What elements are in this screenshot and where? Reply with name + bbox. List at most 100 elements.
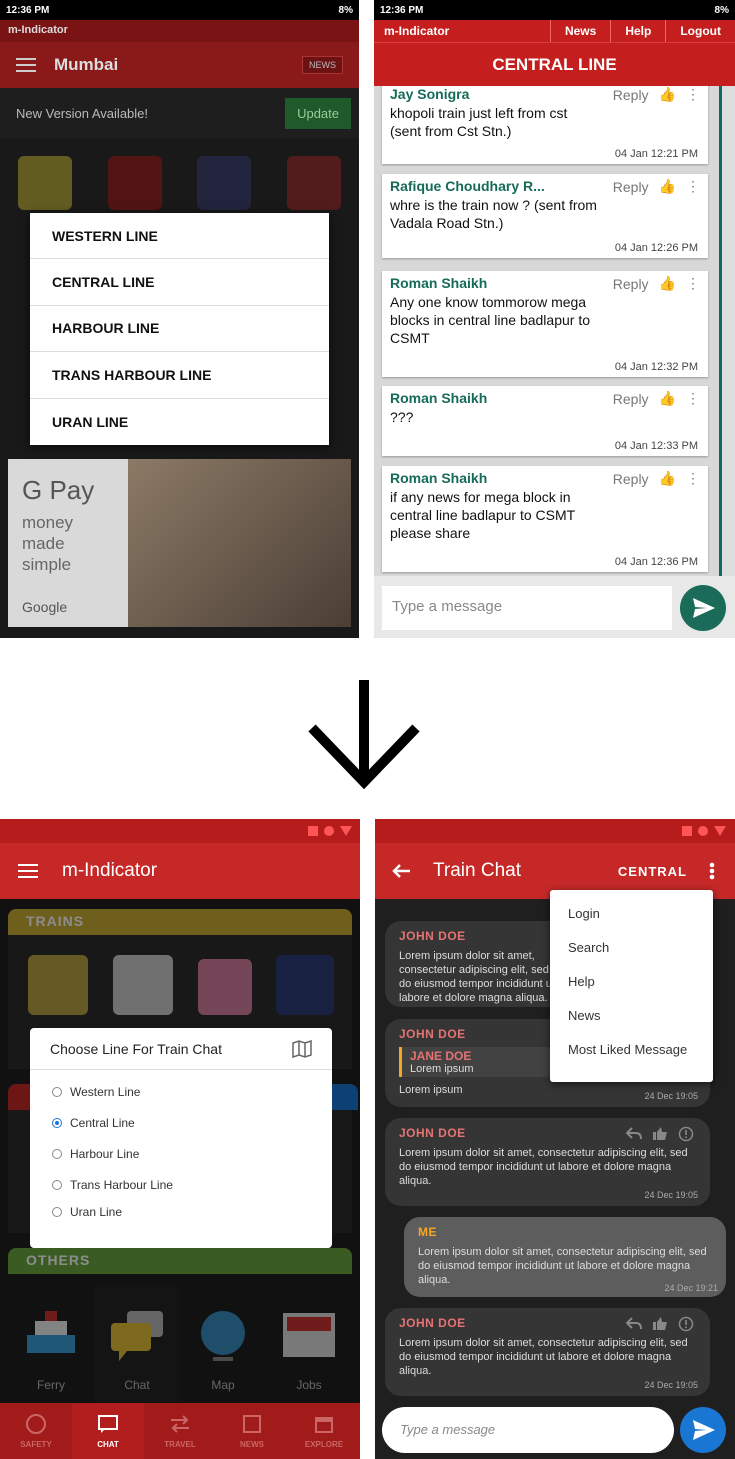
smiley-icon <box>26 1413 46 1436</box>
update-button[interactable]: Update <box>285 97 351 129</box>
triangle-icon <box>714 826 726 836</box>
nav-news[interactable]: NEWS <box>216 1403 288 1459</box>
message-time: 24 Dec 19:05 <box>644 1190 698 1200</box>
radio-icon[interactable] <box>52 1086 62 1097</box>
more-vert-icon[interactable]: ⋮ <box>686 86 700 103</box>
line-radio-option[interactable]: Harbour Line <box>30 1138 332 1169</box>
message-input[interactable]: Type a message <box>382 586 672 630</box>
page-title: CENTRAL LINE <box>374 42 735 86</box>
menu-icon[interactable] <box>18 864 38 878</box>
newspaper-icon <box>242 1414 262 1436</box>
menu-item-search[interactable]: Search <box>550 930 713 964</box>
report-icon[interactable] <box>678 1126 694 1147</box>
app-title: m-Indicator <box>62 860 158 881</box>
message-text: Lorem ipsum dolor sit amet, consectetur … <box>399 950 555 1004</box>
line-option[interactable]: HARBOUR LINE <box>30 306 329 353</box>
radio-icon[interactable] <box>52 1207 62 1217</box>
new-chat-screen: Train Chat CENTRAL JOHN DOE Lorem ipsum … <box>375 819 735 1459</box>
line-option[interactable]: URAN LINE <box>30 399 329 445</box>
nav-news[interactable]: News <box>549 20 610 42</box>
line-option[interactable]: CENTRAL LINE <box>30 259 329 306</box>
send-icon[interactable] <box>680 585 726 631</box>
thumbs-up-icon[interactable]: 👍 <box>659 86 676 103</box>
message-list[interactable]: Jay Sonigra khopoli train just left from… <box>374 86 719 576</box>
nav-travel[interactable]: TRAVEL <box>144 1403 216 1459</box>
nav-explore[interactable]: EXPLORE <box>288 1403 360 1459</box>
triangle-icon <box>340 826 352 836</box>
overflow-menu: Login Search Help News Most Liked Messag… <box>550 890 713 1082</box>
swap-icon <box>169 1414 191 1436</box>
message-card: Roman Shaikh Any one know tommorow mega … <box>382 271 708 377</box>
send-icon[interactable] <box>680 1407 726 1453</box>
update-banner: New Version Available! Update <box>0 88 359 138</box>
line-option[interactable]: TRANS HARBOUR LINE <box>30 352 329 399</box>
more-vert-icon[interactable] <box>709 862 715 880</box>
reply-button[interactable]: Reply <box>613 391 649 407</box>
menu-item-help[interactable]: Help <box>550 964 713 998</box>
message-text: Lorem ipsum dolor sit amet, consectetur … <box>399 1337 688 1377</box>
circle-icon <box>698 826 708 836</box>
report-icon[interactable] <box>678 1316 694 1337</box>
quoted-message[interactable]: JANE DOE Lorem ipsum <box>399 1047 559 1077</box>
google-logo: Google <box>22 599 68 615</box>
city-title: Mumbai <box>54 55 119 74</box>
menu-icon[interactable] <box>16 58 36 72</box>
menu-item-news[interactable]: News <box>550 998 713 1032</box>
message-text: khopoli train just left from cst (sent f… <box>390 105 568 139</box>
calendar-icon <box>314 1414 334 1436</box>
reply-icon[interactable] <box>625 1126 642 1147</box>
quoted-text: Lorem ipsum <box>410 1063 474 1075</box>
line-radio-option[interactable]: Trans Harbour Line <box>30 1169 332 1200</box>
status-bar: 12:36 PM 8% <box>0 0 359 20</box>
nav-safety[interactable]: SAFETY <box>0 1403 72 1459</box>
reply-button[interactable]: Reply <box>613 276 649 292</box>
more-vert-icon[interactable]: ⋮ <box>686 178 700 195</box>
message-card: Jay Sonigra khopoli train just left from… <box>382 86 708 164</box>
radio-icon[interactable] <box>52 1148 62 1159</box>
menu-item-login[interactable]: Login <box>550 896 713 930</box>
radio-selected-icon[interactable] <box>52 1117 62 1128</box>
ad-photo <box>128 459 351 627</box>
thumbs-up-icon[interactable]: 👍 <box>659 390 676 407</box>
current-line-label[interactable]: CENTRAL <box>618 864 687 879</box>
side-panel-edge <box>719 86 735 576</box>
thumbs-up-icon[interactable] <box>652 1316 668 1337</box>
more-vert-icon[interactable]: ⋮ <box>686 470 700 487</box>
more-vert-icon[interactable]: ⋮ <box>686 390 700 407</box>
reply-button[interactable]: Reply <box>613 179 649 195</box>
nav-chat[interactable]: CHAT <box>72 1403 144 1459</box>
map-icon[interactable] <box>292 1039 312 1058</box>
message-input[interactable]: Type a message <box>382 1407 674 1453</box>
back-arrow-icon[interactable] <box>391 863 411 879</box>
update-text: New Version Available! <box>16 105 149 121</box>
news-button[interactable]: NEWS <box>302 56 343 74</box>
nav-logout[interactable]: Logout <box>665 20 735 42</box>
thumbs-up-icon[interactable] <box>652 1126 668 1147</box>
thumbs-up-icon[interactable]: 👍 <box>659 178 676 195</box>
radio-icon[interactable] <box>52 1179 62 1190</box>
input-bar: Type a message <box>375 1403 735 1459</box>
line-radio-option[interactable]: Central Line <box>30 1107 332 1138</box>
nav-bar: m-Indicator News Help Logout <box>374 20 735 42</box>
my-message-bubble: ME Lorem ipsum dolor sit amet, consectet… <box>404 1217 726 1297</box>
nav-help[interactable]: Help <box>610 20 665 42</box>
option-label: Harbour Line <box>70 1146 140 1161</box>
status-bar: 12:36 PM 8% <box>374 0 735 20</box>
thumbs-up-icon[interactable]: 👍 <box>659 470 676 487</box>
thumbs-up-icon[interactable]: 👍 <box>659 275 676 292</box>
message-time: 04 Jan 12:32 PM <box>614 361 698 373</box>
ad-banner[interactable]: G Pay money made simple Google <box>8 459 351 627</box>
line-radio-option[interactable]: Uran Line <box>30 1200 332 1224</box>
line-option[interactable]: WESTERN LINE <box>30 213 329 260</box>
reply-button[interactable]: Reply <box>613 471 649 487</box>
more-vert-icon[interactable]: ⋮ <box>686 275 700 292</box>
reply-button[interactable]: Reply <box>613 87 649 103</box>
message-text: whre is the train now ? (sent from Vadal… <box>390 197 597 231</box>
toolbar: Mumbai NEWS <box>0 42 359 88</box>
message-time: 24 Dec 19:21 <box>664 1283 718 1293</box>
line-radio-option[interactable]: Western Line <box>30 1076 332 1107</box>
status-bar <box>375 819 735 843</box>
message-text: ??? <box>390 409 414 425</box>
reply-icon[interactable] <box>625 1316 642 1337</box>
menu-item-most-liked[interactable]: Most Liked Message <box>550 1032 713 1066</box>
